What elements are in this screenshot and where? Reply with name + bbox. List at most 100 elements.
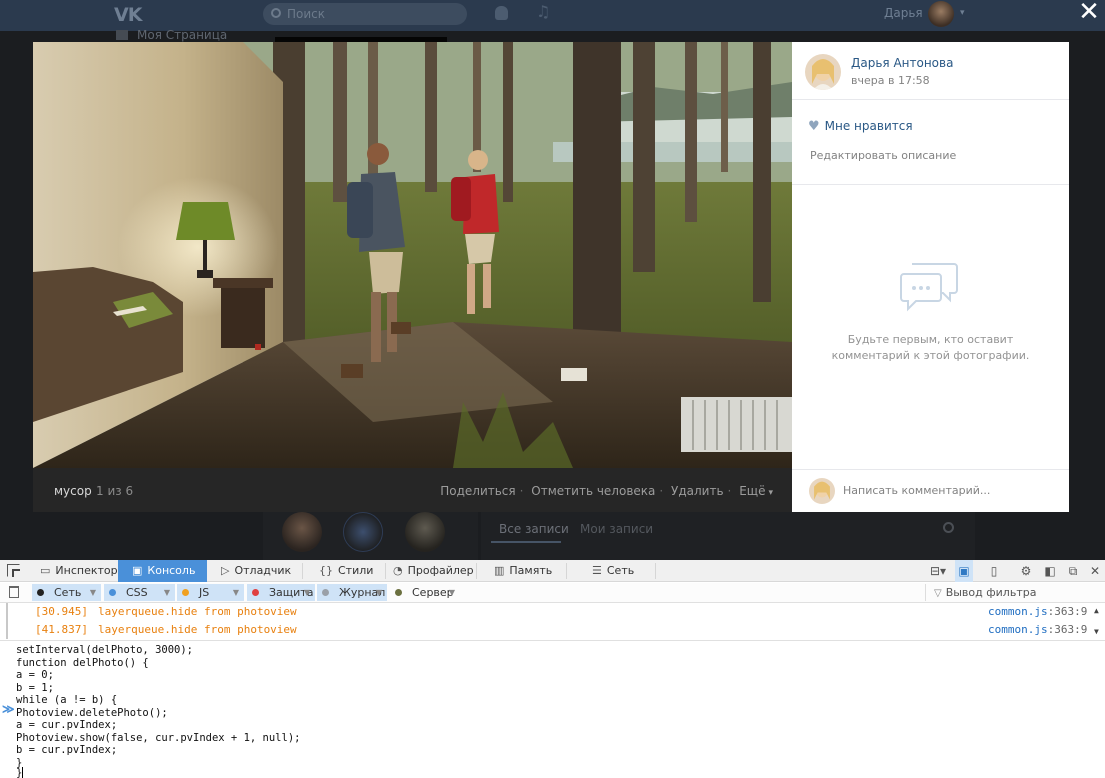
filter-security[interactable]: Защита ▼	[247, 584, 315, 601]
log-row: [30.945] layerqueue.hide from photoview …	[0, 603, 1105, 621]
share-link[interactable]: Поделиться	[440, 484, 515, 498]
comment-bubble-icon	[900, 260, 960, 317]
filter-log[interactable]: Журнал ▼	[317, 584, 387, 601]
filter-dot	[109, 589, 116, 596]
profiler-icon: ◔	[393, 564, 403, 577]
text-cursor	[22, 767, 23, 778]
author-name[interactable]: Дарья Антонова	[851, 56, 953, 70]
divider	[792, 99, 1069, 100]
tab-styles[interactable]: {} Стили	[319, 560, 373, 582]
music-icon[interactable]: ♫	[536, 2, 550, 21]
tab-all-posts[interactable]: Все записи	[499, 522, 569, 536]
console-input[interactable]: ≫ setInterval(delPhoto, 3000); function …	[0, 642, 1105, 778]
filter-dot	[322, 589, 329, 596]
code-line[interactable]: a = 0;	[16, 669, 54, 682]
photo-bottom-bar: мусор 1 из 6 Поделиться · Отметить челове…	[33, 468, 792, 512]
user-name[interactable]: Дарья	[884, 6, 923, 20]
filter-output-input[interactable]: ▽ Вывод фильтра	[925, 584, 1103, 601]
edit-description-link[interactable]: Редактировать описание	[810, 149, 956, 162]
tab-my-posts[interactable]: Мои записи	[580, 522, 653, 536]
element-picker-icon[interactable]	[7, 564, 20, 577]
tab-profiler[interactable]: ◔ Профайлер	[393, 560, 474, 582]
scroll-down-arrow[interactable]: ▼	[1094, 627, 1099, 636]
filter-network[interactable]: Сеть ▼	[32, 584, 101, 601]
filter-dot	[252, 589, 259, 596]
search-placeholder: Поиск	[287, 7, 326, 21]
code-line[interactable]: Photoview.deletePhoto();	[16, 707, 168, 720]
post-time[interactable]: вчера в 17:58	[851, 74, 930, 87]
vk-header: VK Поиск ♫ Дарья ▾	[0, 0, 1105, 31]
code-line[interactable]: setInterval(delPhoto, 3000);	[16, 644, 193, 657]
console-filterbar: Сеть ▼ CSS ▼ JS ▼ Защита ▼ Журнал ▼ Сервер ▼ ▽…	[0, 583, 1105, 603]
empty-comments-text: Будьте первым, кто оставит комментарий к…	[831, 333, 1030, 362]
filter-server[interactable]: Сервер ▼	[390, 584, 460, 601]
log-source-link[interactable]: common.js:363:9	[988, 621, 1087, 639]
trash-icon[interactable]	[9, 586, 19, 598]
log-message: layerqueue.hide from photoview	[98, 623, 297, 636]
chevron-down-icon: ▼	[89, 588, 96, 597]
responsive-mode-icon[interactable]: ▯	[985, 560, 1003, 582]
log-timestamp: [30.945]	[35, 605, 88, 618]
tab-network[interactable]: ☰ Сеть	[592, 560, 634, 582]
devtools-tabbar: ▭ Инспектор ▣ Консоль ▷ Отладчик {} Стили ◔ П…	[0, 560, 1105, 582]
dock-side-icon[interactable]: ◧	[1041, 560, 1059, 582]
friend-avatar[interactable]	[343, 512, 383, 552]
network-icon: ☰	[592, 564, 602, 577]
filter-js[interactable]: JS ▼	[177, 584, 244, 601]
chevron-down-icon[interactable]: ▾	[960, 8, 965, 18]
devtools-panel: ▭ Инспектор ▣ Консоль ▷ Отладчик {} Стили ◔ П…	[0, 560, 1105, 778]
inspector-icon: ▭	[40, 564, 51, 577]
console-icon: ▣	[132, 564, 143, 577]
tab-debugger[interactable]: ▷ Отладчик	[221, 560, 291, 582]
filter-dot	[395, 589, 402, 596]
close-icon[interactable]: ✕	[1076, 0, 1102, 26]
chevron-down-icon: ▼	[232, 588, 239, 597]
tab-inspector[interactable]: ▭ Инспектор	[40, 560, 118, 582]
tab-memory[interactable]: ▥ Память	[494, 560, 552, 582]
code-line[interactable]: b = cur.pvIndex;	[16, 744, 117, 757]
code-line[interactable]: function delPhoto() {	[16, 657, 149, 670]
code-line[interactable]: a = cur.pvIndex;	[16, 719, 117, 732]
undock-icon[interactable]: ⧉	[1064, 560, 1082, 582]
code-line[interactable]: Photoview.show(false, cur.pvIndex + 1, n…	[16, 732, 300, 745]
tab-console[interactable]: ▣ Консоль	[118, 560, 207, 582]
home-icon	[116, 30, 128, 40]
tag-person-link[interactable]: Отметить человека	[531, 484, 655, 498]
photo-image[interactable]	[33, 42, 792, 468]
console-log: [30.945] layerqueue.hide from photoview …	[0, 603, 1105, 641]
log-source-link[interactable]: common.js:363:9	[988, 603, 1087, 621]
comment-input[interactable]: Написать комментарий...	[843, 484, 990, 497]
split-console-icon[interactable]: ▣	[955, 560, 973, 582]
layout-toggle-icon[interactable]: ⊟▾	[926, 560, 950, 582]
sidebar-item-my-page[interactable]: Моя Страница	[116, 28, 227, 42]
wall-tabs: Все записи Мои записи	[481, 512, 975, 560]
vk-logo[interactable]: VK	[114, 4, 144, 26]
log-row: [41.837] layerqueue.hide from photoview …	[0, 621, 1105, 639]
delete-link[interactable]: Удалить	[671, 484, 724, 498]
photo-viewer: мусор 1 из 6 Поделиться · Отметить челове…	[33, 42, 1069, 512]
search-icon[interactable]	[943, 522, 954, 533]
more-link[interactable]: Ещё	[739, 484, 765, 498]
bell-icon[interactable]	[495, 6, 508, 20]
search-icon	[271, 8, 281, 18]
scroll-up-arrow[interactable]: ▲	[1094, 606, 1099, 615]
braces-icon: {}	[319, 564, 333, 577]
heart-icon: ♥	[808, 119, 820, 134]
friend-avatar[interactable]	[282, 512, 322, 552]
gear-icon[interactable]: ⚙	[1017, 560, 1035, 582]
code-line[interactable]: while (a != b) {	[16, 694, 117, 707]
filter-css[interactable]: CSS ▼	[104, 584, 175, 601]
funnel-icon: ▽	[934, 588, 942, 599]
code-line[interactable]: b = 1;	[16, 682, 54, 695]
search-input[interactable]: Поиск	[263, 3, 467, 25]
photo-sidebar: Дарья Антонова вчера в 17:58 ♥ Мне нравит…	[792, 42, 1069, 512]
divider	[792, 469, 1069, 470]
photo-actions: Поделиться · Отметить человека · Удалить · …	[440, 484, 773, 498]
like-button[interactable]: ♥ Мне нравится	[808, 119, 913, 134]
close-icon[interactable]: ✕	[1086, 560, 1104, 582]
friend-avatar[interactable]	[405, 512, 445, 552]
user-avatar[interactable]	[928, 1, 954, 27]
album-name[interactable]: мусор	[54, 484, 92, 498]
log-message: layerqueue.hide from photoview	[98, 605, 297, 618]
author-avatar[interactable]	[805, 54, 841, 90]
